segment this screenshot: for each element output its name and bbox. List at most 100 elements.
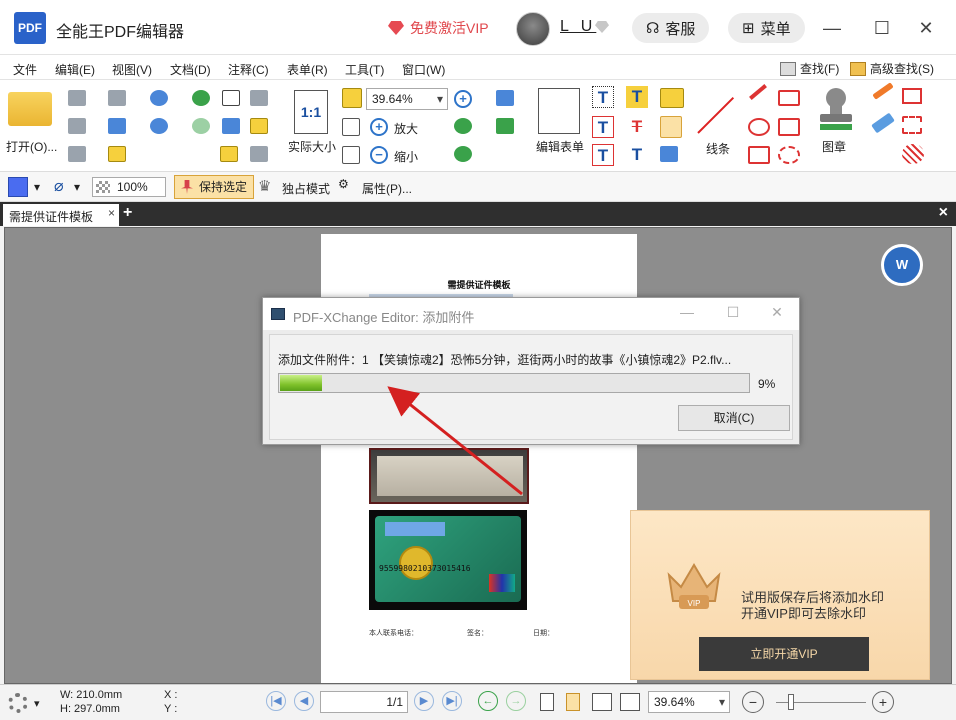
cancel-button[interactable]: 取消(C) [678,405,790,431]
edit-form-label[interactable]: 编辑表单 [536,138,584,155]
rectangle-tool-icon[interactable] [748,146,770,164]
zoom-out-icon[interactable]: − [370,146,388,164]
convert-float-button[interactable]: W [881,244,923,286]
open-vip-button[interactable]: 立即开通VIP [699,637,869,671]
vip-promo-link[interactable]: 免费激活VIP [388,18,489,38]
menu-form[interactable]: 表单(R) [287,61,328,78]
tab-close-icon[interactable]: × [108,206,115,220]
pencil-icon[interactable] [872,82,894,100]
service-button[interactable]: ☊ 客服 [632,13,710,43]
typewriter-icon[interactable]: T [626,86,648,108]
undo-icon[interactable] [150,90,168,106]
polygon-tool-icon[interactable] [778,90,800,106]
open-button-label[interactable]: 打开(O)... [6,138,57,155]
back-icon[interactable] [192,90,210,106]
line-tool-icon[interactable] [697,96,735,134]
open-folder-icon[interactable] [8,92,52,126]
email-icon[interactable] [108,90,126,106]
stamp-label[interactable]: 图章 [822,138,846,155]
close-icon[interactable]: ✕ [767,304,787,321]
find-button[interactable]: 查找(F) [780,60,839,77]
avatar[interactable] [516,12,550,46]
text-field-icon[interactable]: T [592,86,614,108]
chevron-down-icon[interactable]: ▾ [74,180,80,194]
status-zoom-select[interactable]: 39.64% [648,691,730,713]
back-view-icon[interactable]: ← [478,691,498,711]
stamp-icon[interactable] [816,86,856,130]
first-page-icon[interactable]: |◀ [266,691,286,711]
underline-text-icon[interactable]: T [626,144,648,166]
minimize-icon[interactable]: — [677,304,697,320]
close-icon[interactable]: ✕ [914,16,938,40]
snapshot-region-icon[interactable] [220,146,238,162]
exclusive-mode-button[interactable]: 独占模式 [282,180,330,197]
fit-visible-icon[interactable] [342,146,360,164]
last-page-icon[interactable]: ▶| [442,691,462,711]
page-number-input[interactable]: 1/1 [320,691,408,713]
forward-icon[interactable] [192,118,210,134]
fit-width-icon[interactable] [342,118,360,136]
close-all-icon[interactable]: × [939,204,948,222]
menu-window[interactable]: 窗口(W) [402,61,445,78]
sticky-note-icon[interactable] [660,88,684,108]
new-tab-icon[interactable]: + [123,204,132,222]
lines-label[interactable]: 线条 [706,140,730,157]
redo-icon[interactable] [150,118,168,134]
menu-button[interactable]: ⊞ 菜单 [728,13,805,43]
keep-selected-toggle[interactable]: 保持选定 [174,175,255,199]
zoom-select[interactable]: 39.64% [366,88,448,110]
callout-icon[interactable]: T [592,144,614,166]
menu-document[interactable]: 文档(D) [170,61,211,78]
paperclip-icon[interactable]: ⌀ [54,176,64,196]
sound-icon[interactable] [660,146,678,162]
text-box-icon[interactable]: T [592,116,614,138]
chevron-down-icon[interactable]: ▾ [34,697,40,710]
attachment-icon[interactable] [660,116,682,138]
save-icon[interactable] [68,90,86,106]
clipboard-icon[interactable] [250,118,268,134]
menu-edit[interactable]: 编辑(E) [55,61,95,78]
color-swatch[interactable] [8,177,28,197]
zoom-in-label[interactable]: 放大 [394,120,418,137]
cloud-tool-icon[interactable] [778,146,800,164]
add-image-icon[interactable] [496,118,514,134]
strikeout-icon[interactable]: T [626,116,648,138]
prev-page-icon[interactable]: ◀ [294,691,314,711]
tab-document[interactable]: 需提供证件模板 × [3,204,119,226]
properties-icon[interactable]: ⚙ [338,177,349,191]
continuous-view-icon[interactable] [566,693,580,711]
minimize-icon[interactable]: — [820,16,844,40]
crown-icon[interactable]: ♛ [258,177,271,195]
forward-view-icon[interactable]: → [506,691,526,711]
new-doc-icon[interactable] [108,146,126,162]
maximize-icon[interactable]: ☐ [723,304,743,321]
edit-content-icon[interactable] [496,90,514,106]
arrow-tool-icon[interactable] [749,84,767,100]
zoom-in-tool-icon[interactable]: + [454,90,472,108]
actual-size-icon[interactable]: 1:1 [294,90,328,134]
next-page-icon[interactable]: ▶ [414,691,434,711]
single-page-view-icon[interactable] [540,693,554,711]
advanced-find-button[interactable]: 高级查找(S) [850,60,934,77]
menu-tools[interactable]: 工具(T) [345,61,384,78]
actual-size-label[interactable]: 实际大小 [288,138,336,155]
settings-gear-icon[interactable] [8,693,28,713]
ellipse-tool-icon[interactable] [748,118,770,136]
scan-icon[interactable] [108,118,126,134]
zoom-in-icon[interactable]: + [370,118,388,136]
opacity-select[interactable]: 100% [92,177,166,197]
print-icon[interactable] [68,118,86,134]
area-icon[interactable] [902,116,922,134]
facing-view-icon[interactable] [592,693,612,711]
user-name[interactable]: L U [560,18,596,36]
camera-icon[interactable] [250,90,268,106]
zoom-in-icon[interactable]: + [872,691,894,713]
rotate-left-icon[interactable] [454,118,472,134]
eraser-icon[interactable] [871,112,895,134]
menu-file[interactable]: 文件 [13,61,37,78]
select-text-icon[interactable] [222,118,240,134]
export-icon[interactable] [68,146,86,162]
zoom-slider-thumb[interactable] [788,694,794,710]
measure-icon[interactable] [902,88,922,104]
fit-page-icon[interactable] [342,88,362,108]
